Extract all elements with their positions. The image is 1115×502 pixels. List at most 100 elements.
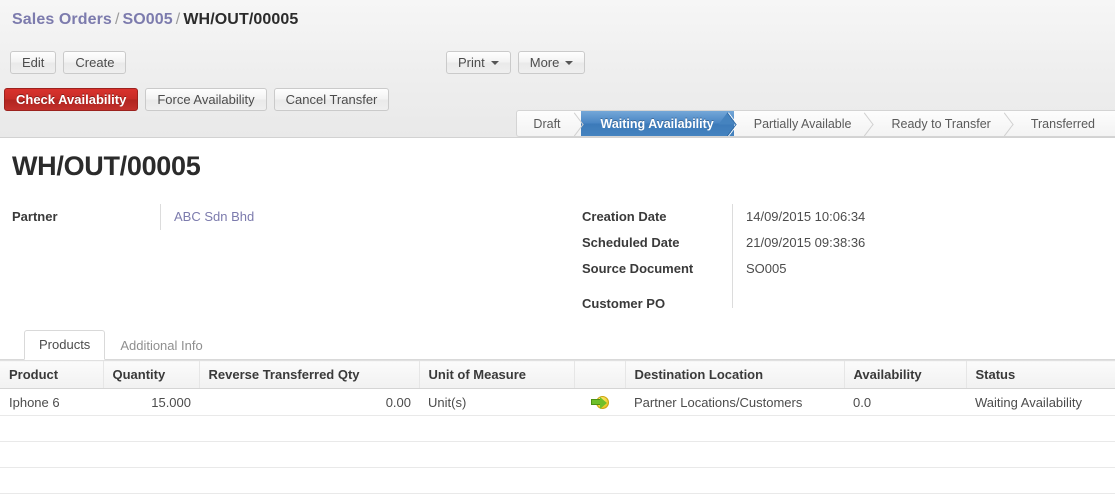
tab-list: Products Additional Info [0,330,1115,360]
field-row: Partner ABC Sdn Bhd [12,204,532,230]
page-title: WH/OUT/00005 [12,151,201,181]
cell-empty [966,415,1115,443]
print-dropdown-button[interactable]: Print [446,51,511,74]
cell-empty [625,441,844,469]
edit-button[interactable]: Edit [10,51,57,74]
cell-unit-of-measure: Unit(s) [419,388,574,417]
field-group-left: Partner ABC Sdn Bhd [12,204,532,230]
cell-empty [574,467,625,495]
cell-empty [844,415,966,443]
table-row-empty[interactable] [0,467,1115,495]
breadcrumb-separator-2: / [175,11,181,28]
cell-empty [625,415,844,443]
column-header-quantity: Quantity [102,360,199,389]
column-header-status: Status [965,360,1115,389]
column-header-product: Product [0,360,103,389]
field-value-scheduled-date: 21/09/2015 09:38:36 [732,230,1102,256]
status-bar: Draft Waiting Availability Partially Avail… [516,110,1115,137]
cell-empty [844,441,966,469]
cell-empty [419,415,574,443]
status-step-waiting-availability[interactable]: Waiting Availability [580,111,734,136]
cell-empty [103,415,199,443]
table-body: Iphone 6 15.000 0.00 Unit(s) Partner Locatio… [0,388,1115,495]
dropdown-buttons: Print More [446,51,586,74]
more-label: More [529,55,560,70]
cancel-transfer-button[interactable]: Cancel Transfer [273,88,390,111]
cell-product: Iphone 6 [0,388,103,417]
record-sheet: WH/OUT/00005 Partner ABC Sdn Bhd Creation… [0,138,1115,495]
cell-empty [574,441,625,469]
chevron-down-icon [490,60,499,65]
cell-empty [103,467,199,495]
cell-empty [0,415,103,443]
record-buttons: Edit Create [10,51,127,74]
tab-additional-info[interactable]: Additional Info [105,331,217,360]
status-step-transferred[interactable]: Transferred [1011,111,1115,136]
field-label-source-document: Source Document [582,261,694,276]
transfer-icon [591,395,609,410]
breadcrumb-current: WH/OUT/00005 [183,11,299,28]
cell-destination-location: Partner Locations/Customers [625,388,844,417]
products-table: Product Quantity Reverse Transferred Qty Un… [0,360,1115,495]
cell-empty [574,415,625,443]
cell-empty [625,467,844,495]
status-step-draft[interactable]: Draft [517,111,580,136]
more-dropdown-button[interactable]: More [517,51,586,74]
table-header-row: Product Quantity Reverse Transferred Qty Un… [0,360,1115,389]
field-value-creation-date: 14/09/2015 10:06:34 [732,204,1102,230]
cell-empty [844,467,966,495]
cell-empty [0,467,103,495]
field-area: Partner ABC Sdn Bhd Creation Date 14/09/20… [0,204,1115,312]
field-label-customer-po: Customer PO [582,296,666,311]
field-row: Source Document SO005 [582,256,1102,282]
field-group-right: Creation Date 14/09/2015 10:06:34 Schedule… [582,204,1102,311]
table-row-empty[interactable] [0,441,1115,469]
field-label-creation-date: Creation Date [582,209,667,224]
field-row: Scheduled Date 21/09/2015 09:38:36 [582,230,1102,256]
column-header-unit-of-measure: Unit of Measure [418,360,574,389]
cell-empty [419,467,574,495]
cell-empty [966,467,1115,495]
check-availability-button[interactable]: Check Availability [4,88,139,111]
status-step-ready-to-transfer[interactable]: Ready to Transfer [871,111,1010,136]
cell-availability: 0.0 [844,388,966,417]
chevron-down-icon [565,60,574,65]
table-row[interactable]: Iphone 6 15.000 0.00 Unit(s) Partner Locatio… [0,388,1115,417]
force-availability-button[interactable]: Force Availability [145,88,267,111]
notebook: Products Additional Info Product Quantity R… [0,330,1115,495]
cell-empty [103,441,199,469]
print-label: Print [458,55,485,70]
cell-empty [199,441,419,469]
cell-empty [966,441,1115,469]
partner-link[interactable]: ABC Sdn Bhd [174,209,254,224]
field-label-partner: Partner [12,209,58,224]
field-value-customer-po [732,282,1102,308]
field-value-source-document: SO005 [732,256,1102,282]
column-header-reverse-transferred-qty: Reverse Transferred Qty [198,360,419,389]
column-header-icon [573,360,625,389]
breadcrumb-separator-1: / [114,11,120,28]
breadcrumb-root[interactable]: Sales Orders [12,11,112,28]
column-header-availability: Availability [843,360,966,389]
field-row: Creation Date 14/09/2015 10:06:34 [582,204,1102,230]
breadcrumb-parent[interactable]: SO005 [122,11,172,28]
cell-icon [574,388,625,417]
cell-empty [419,441,574,469]
cell-quantity: 15.000 [103,388,199,417]
cell-empty [0,441,103,469]
field-row: Customer PO [582,282,1102,311]
cell-status: Waiting Availability [966,388,1115,417]
status-step-partially-available[interactable]: Partially Available [734,111,872,136]
cell-empty [199,467,419,495]
cell-empty [199,415,419,443]
workflow-buttons: Check Availability Force Availability Ca… [4,88,390,111]
control-panel: Sales Orders / SO005/WH/OUT/00005 Edit Cre… [0,0,1115,138]
table-header: Product Quantity Reverse Transferred Qty Un… [0,360,1115,389]
field-label-scheduled-date: Scheduled Date [582,235,680,250]
column-header-destination-location: Destination Location [624,360,844,389]
cell-reverse-transferred-qty: 0.00 [199,388,419,417]
table-row-empty[interactable] [0,415,1115,443]
tab-products[interactable]: Products [24,330,106,360]
field-value-partner[interactable]: ABC Sdn Bhd [160,204,532,230]
create-button[interactable]: Create [63,51,127,74]
